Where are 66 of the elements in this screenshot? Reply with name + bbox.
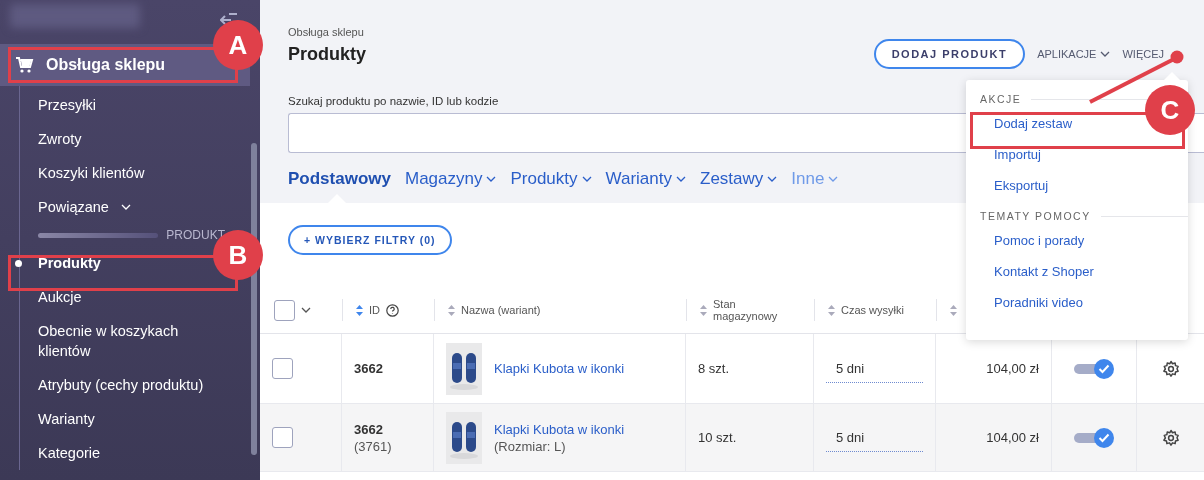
checkbox[interactable] (272, 427, 293, 448)
menu-button[interactable]: APLIKACJE (1025, 39, 1111, 69)
filter-tab[interactable]: Zestawy (700, 169, 778, 189)
filter-tab[interactable]: Magazyny (404, 169, 497, 189)
sort-icon[interactable] (448, 304, 455, 316)
table-cell: 3662 (354, 361, 383, 376)
product-link[interactable]: Klapki Kubota w ikonki (494, 361, 625, 376)
sidebar-item[interactable]: Koszyki klientów (38, 163, 145, 183)
toggle-switch[interactable] (1074, 427, 1114, 448)
sort-icon[interactable] (700, 304, 707, 316)
check-icon (1098, 432, 1110, 443)
variant-text: (Rozmiar: L) (494, 438, 566, 454)
menu-group-title: AKCJE (980, 93, 1022, 105)
menu-item[interactable]: Kontakt z Shoper (994, 256, 1094, 287)
cart-icon (16, 57, 34, 73)
page-title: Produkty (288, 44, 366, 65)
add-product-button[interactable]: DODAJ PRODUKT (873, 39, 1026, 69)
table-cell: 10 szt. (698, 430, 737, 445)
sidebar-item[interactable]: Powiązane (38, 197, 131, 217)
menu-item[interactable]: Poradniki video (994, 287, 1083, 318)
chevron-down-icon (120, 204, 131, 210)
settings-icon[interactable] (1161, 428, 1180, 447)
check-icon (1098, 363, 1110, 374)
filter-button[interactable]: + WYBIERZ FILTRY (0) (288, 225, 452, 255)
breadcrumb: Obsługa sklepu (288, 26, 365, 38)
collapse-icon[interactable] (220, 12, 238, 26)
chevron-down-icon (301, 307, 311, 313)
filter-tab[interactable]: Warianty (605, 169, 686, 189)
sidebar-item[interactable]: Warianty (38, 409, 95, 429)
product-link[interactable]: Klapki Kubota w ikonki (494, 421, 625, 437)
settings-icon[interactable] (1161, 359, 1180, 378)
sidebar-item[interactable]: Obecnie w koszykach klientów (38, 321, 228, 361)
column-header[interactable]: ID (369, 304, 380, 316)
menu-item[interactable]: Importuj (994, 139, 1041, 170)
sidebar-item[interactable]: Zwroty (38, 129, 82, 149)
sidebar-item[interactable]: Przesyłki (38, 95, 96, 115)
search-label: Szukaj produktu po nazwie, ID lub kodzie (288, 95, 499, 107)
sort-icon[interactable] (356, 304, 363, 316)
shipping-field[interactable]: 5 dni (826, 354, 923, 383)
checkbox[interactable] (272, 358, 293, 379)
menu-item[interactable]: Pomoc i porady (994, 225, 1085, 256)
column-header[interactable]: Nazwa (wariant) (461, 304, 541, 316)
sort-icon[interactable] (950, 304, 957, 316)
table-cell: 104,00 zł (986, 430, 1039, 445)
help-icon[interactable] (386, 303, 399, 317)
menu-item[interactable]: Eksportuj (994, 170, 1049, 201)
column-header[interactable]: Stan magazynowy (713, 298, 783, 322)
filter-tab[interactable]: Podstawowy (288, 169, 391, 189)
table-cell: 8 szt. (698, 361, 730, 376)
table-cell: (3761) (354, 438, 392, 454)
menu-button[interactable]: WIĘCEJ (1110, 39, 1164, 69)
sidebar-item[interactable]: Kategorie (38, 443, 101, 463)
sidebar-item[interactable]: Atrybuty (cechy produktu) (38, 375, 204, 395)
table-cell: 3662 (354, 421, 383, 437)
sort-icon[interactable] (828, 304, 835, 316)
filter-tab[interactable]: Produkty (510, 169, 592, 189)
menu-item[interactable]: Dodaj zestaw (994, 108, 1073, 139)
checkbox[interactable] (274, 299, 295, 321)
table-cell: 104,00 zł (986, 361, 1039, 376)
sidebar-item[interactable]: Produkty (38, 253, 101, 273)
section-label: PRODUKT (166, 228, 225, 242)
menu-group-title: TEMATY POMOCY (980, 210, 1091, 222)
selected-dot (15, 260, 22, 267)
sidebar-item[interactable]: Aukcje (38, 287, 82, 307)
column-header[interactable]: Czas wysyłki (841, 304, 904, 316)
toggle-switch[interactable] (1074, 358, 1114, 379)
